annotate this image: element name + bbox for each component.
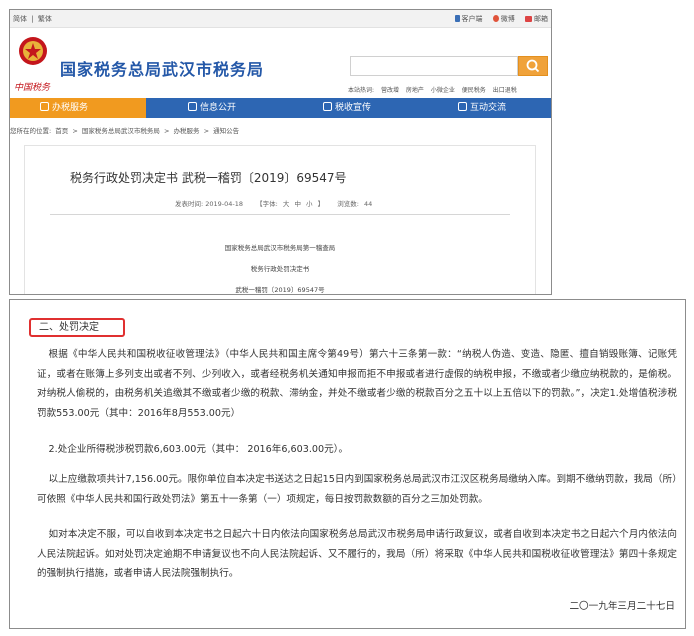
mail-label: 邮箱: [534, 15, 548, 23]
breadcrumb-separator: >: [203, 127, 210, 135]
breadcrumb-separator: >: [72, 127, 78, 135]
font-size-close: 】: [317, 200, 325, 208]
hot-words: 本站热词: 营改增 房地产 小微企业 便民税务 出口退税: [348, 85, 522, 94]
client-link[interactable]: 客户端: [454, 14, 483, 24]
breadcrumb: 您所在的位置: 首页 > 国家税务总局武汉市税务局 > 办税服务 > 通知公告: [10, 125, 551, 135]
breadcrumb-link[interactable]: 国家税务总局武汉市税务局: [82, 127, 160, 135]
search-button[interactable]: [518, 56, 548, 76]
nav-tax-service[interactable]: 办税服务: [10, 98, 146, 118]
breadcrumb-link[interactable]: 首页: [55, 127, 68, 135]
language-switch: 简体 | 繁体: [13, 14, 54, 24]
breadcrumb-link[interactable]: 通知公告: [213, 127, 239, 135]
chat-icon: [458, 102, 467, 111]
info-icon: [188, 102, 197, 111]
nav-label: 税收宣传: [335, 103, 372, 113]
nav-label: 互动交流: [470, 103, 507, 113]
paragraph: 以上应缴款项共计7,156.00元。限你单位自本决定书送达之日起15日内到国家税…: [37, 474, 677, 505]
client-label: 客户端: [461, 15, 483, 23]
hot-word-link[interactable]: 出口退税: [493, 87, 517, 94]
doc-number-line: 武税一稽罚〔2019〕69547号: [235, 286, 325, 294]
breadcrumb-separator: >: [163, 127, 170, 135]
nav-info-disclosure[interactable]: 信息公开: [188, 98, 236, 118]
weibo-label: 微博: [500, 15, 515, 23]
decision-date: 二〇一九年三月二十七日: [569, 601, 675, 612]
decision-content-panel: 二、处罚决定 根据《中华人民共和国税收征收管理法》（中华人民共和国主席令第49号…: [9, 299, 686, 629]
nav-label: 办税服务: [52, 103, 89, 113]
document-meta: 发表时间: 2019-04-18 【字体: 大 中 小 】 浏览数: 44: [175, 198, 375, 208]
publish-date: 发表时间: 2019-04-18: [175, 200, 244, 208]
document-card: 税务行政处罚决定书 武税一稽罚〔2019〕69547号 发表时间: 2019-0…: [24, 145, 536, 294]
mail-link[interactable]: 邮箱: [525, 14, 548, 24]
font-mid-button[interactable]: 中: [294, 200, 301, 208]
font-big-button[interactable]: 大: [283, 200, 290, 208]
hot-word-link[interactable]: 房地产: [406, 87, 424, 94]
breadcrumb-prefix: 您所在的位置:: [10, 127, 52, 135]
mail-icon: [525, 16, 532, 22]
hot-word-link[interactable]: 便民税务: [462, 87, 486, 94]
font-size-label: 【字体:: [256, 200, 278, 208]
lang-separator: |: [31, 15, 34, 23]
issuer-line: 国家税务总局武汉市税务局第一稽查局: [224, 244, 336, 252]
hot-words-label: 本站热词:: [348, 87, 375, 94]
lang-traditional-link[interactable]: 繁体: [38, 15, 52, 23]
nav-interaction[interactable]: 互动交流: [458, 98, 506, 118]
breadcrumb-link[interactable]: 办税服务: [174, 127, 200, 135]
publicity-icon: [323, 102, 332, 111]
main-nav: 办税服务 信息公开 税收宣传 互动交流: [10, 98, 551, 118]
site-header: 中国税务 国家税务总局武汉市税务局 本站热词: 营改增 房地产 小微企业 便民税…: [10, 28, 551, 108]
doc-type-line: 税务行政处罚决定书: [250, 265, 310, 273]
font-small-button[interactable]: 小: [306, 200, 313, 208]
hot-word-link[interactable]: 营改增: [381, 87, 399, 94]
lang-simplified-link[interactable]: 简体: [13, 15, 27, 23]
paragraph: 如对本决定不服，可以自收到本决定书之日起六十日内依法向国家税务总局武汉市税务局申…: [37, 529, 677, 580]
nav-tax-publicity[interactable]: 税收宣传: [323, 98, 371, 118]
views-label: 浏览数:: [337, 200, 359, 208]
hot-word-link[interactable]: 小微企业: [431, 87, 455, 94]
divider: [50, 214, 510, 215]
national-emblem-icon[interactable]: [18, 36, 48, 66]
top-right-links: 客户端 微博 邮箱: [447, 14, 548, 24]
phone-icon: [454, 15, 460, 22]
search-icon: [526, 59, 540, 73]
site-title[interactable]: 国家税务总局武汉市税务局: [60, 56, 264, 80]
paragraph: 2.处企业所得税涉税罚款6,603.00元（其中： 2016年6,603.00元…: [48, 444, 349, 455]
nav-label: 信息公开: [200, 103, 237, 113]
document-title: 税务行政处罚决定书 武税一稽罚〔2019〕69547号: [70, 171, 347, 185]
weibo-link[interactable]: 微博: [492, 14, 515, 24]
top-utility-bar: 简体 | 繁体 客户端 微博 邮箱: [10, 10, 551, 28]
tax-service-icon: [40, 102, 49, 111]
views-value: 44: [363, 200, 373, 208]
webpage-screenshot: 简体 | 繁体 客户端 微博 邮箱 中国税务 国家税务总局武汉市税务局 本站热词…: [9, 9, 552, 295]
section-heading: 二、处罚决定: [29, 318, 125, 337]
search-input[interactable]: [350, 56, 518, 76]
paragraph: 根据《中华人民共和国税收征收管理法》（中华人民共和国主席令第49号）第六十三条第…: [37, 349, 677, 419]
emblem-caption: 中国税务: [14, 83, 51, 93]
weibo-icon: [492, 15, 499, 22]
